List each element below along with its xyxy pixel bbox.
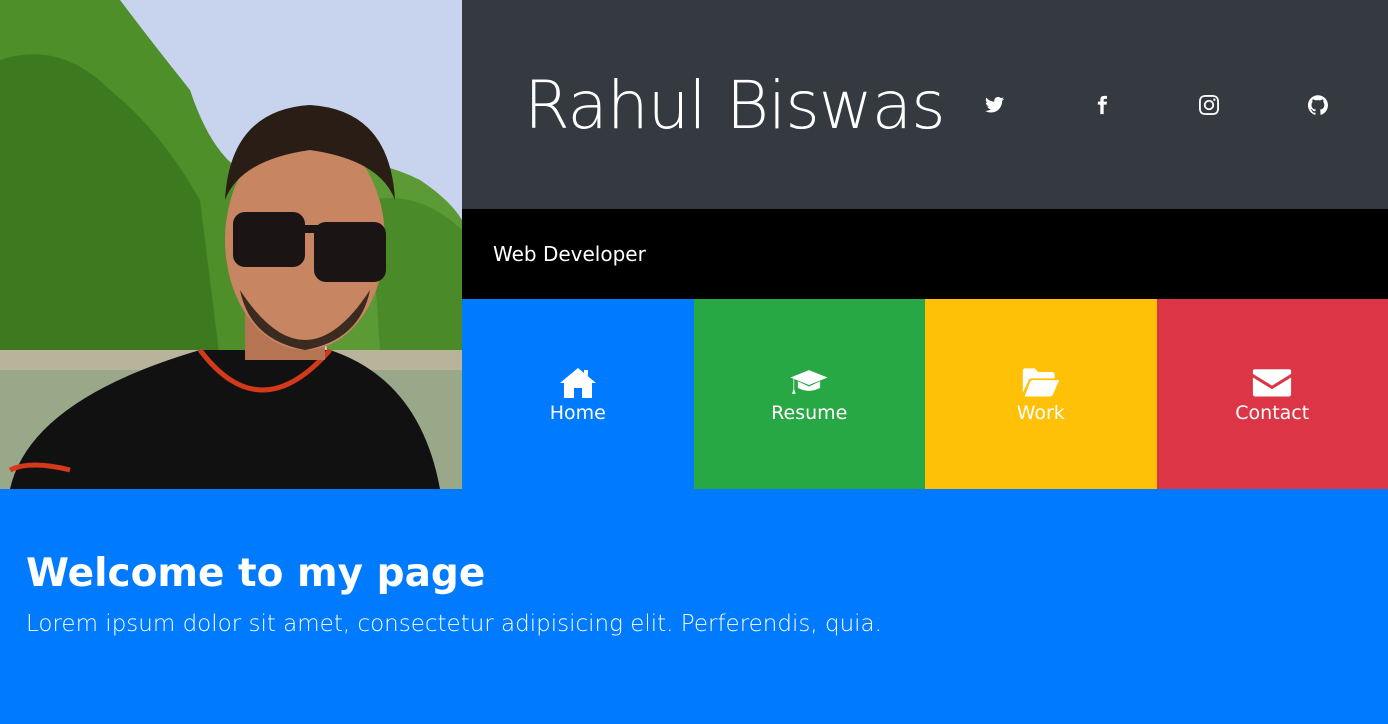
main-nav: Home Resume Work Contact (462, 299, 1388, 489)
instagram-link[interactable] (1196, 92, 1222, 118)
instagram-icon (1199, 95, 1219, 115)
envelope-icon (1253, 369, 1292, 397)
nav-home[interactable]: Home (462, 299, 694, 489)
github-link[interactable] (1305, 92, 1331, 118)
nav-home-label: Home (549, 402, 606, 424)
role-bar: Web Developer (462, 209, 1388, 299)
folder-open-icon (1022, 368, 1059, 397)
nav-resume[interactable]: Resume (693, 299, 925, 489)
facebook-link[interactable] (1089, 92, 1115, 118)
nav-work-label: Work (1016, 402, 1065, 424)
twitter-icon (985, 96, 1005, 113)
nav-contact-label: Contact (1235, 402, 1310, 424)
nav-work[interactable]: Work (925, 299, 1157, 489)
facebook-icon (1097, 95, 1107, 115)
graduation-cap-icon (790, 370, 828, 394)
home-icon (559, 368, 596, 398)
welcome-title: Welcome to my page (26, 551, 486, 596)
welcome-section: Welcome to my page Lorem ipsum dolor sit… (0, 489, 1388, 724)
nav-resume-label: Resume (771, 402, 848, 424)
profile-name: Rahul Biswas (524, 67, 946, 144)
github-icon (1308, 95, 1328, 115)
header: Rahul Biswas (462, 0, 1388, 209)
twitter-link[interactable] (982, 92, 1008, 118)
welcome-text: Lorem ipsum dolor sit amet, consectetur … (26, 611, 882, 637)
profile-role: Web Developer (493, 242, 646, 266)
profile-photo (0, 0, 462, 489)
nav-contact[interactable]: Contact (1156, 299, 1388, 489)
